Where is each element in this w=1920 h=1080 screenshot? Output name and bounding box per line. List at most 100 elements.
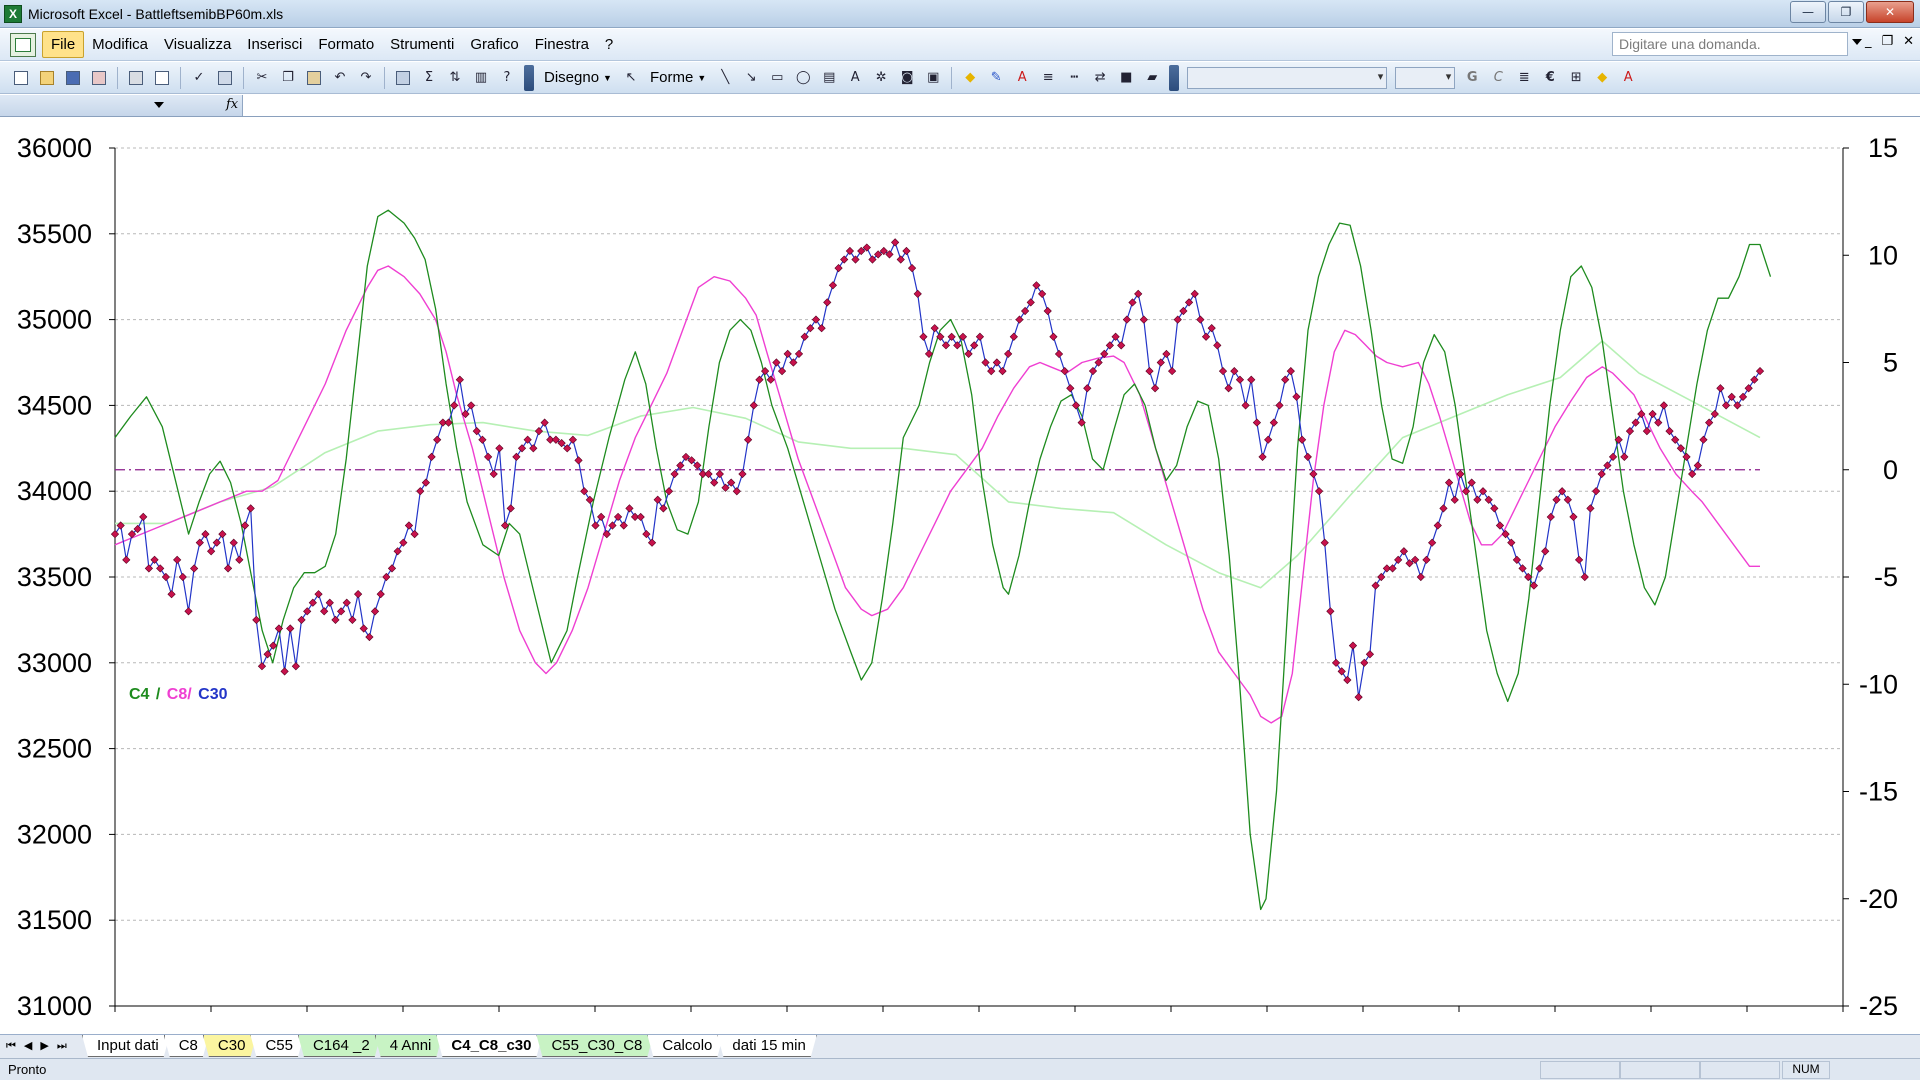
next-sheet-icon[interactable]: ▶ [40,1039,48,1053]
toolbar-grip-icon[interactable] [524,64,534,91]
restore-button[interactable]: ❐ [1828,1,1864,23]
last-sheet-icon[interactable]: ⏭ [57,1039,67,1053]
clipart-icon[interactable]: ◙ [896,67,918,89]
menu-grafico[interactable]: Grafico [462,32,526,57]
excel-icon[interactable]: X [4,4,22,23]
help-search-input[interactable]: Digitare una domanda. [1612,32,1848,56]
wordart-icon[interactable]: A [844,67,866,89]
menu-help[interactable]: ? [597,32,621,57]
close-button[interactable]: ✕ [1866,1,1914,23]
shapes-menu[interactable]: Forme ▼ [644,69,712,86]
chevron-down-icon[interactable] [154,102,164,108]
menu-finestra[interactable]: Finestra [527,32,597,57]
status-cell [1620,1061,1700,1079]
title-bar: X Microsoft Excel - BattleftsemibBP60m.x… [0,0,1920,28]
font-size-select[interactable] [1395,66,1456,89]
textbox-icon[interactable]: ▤ [818,67,840,89]
shadow-icon[interactable]: ■ [1115,67,1137,89]
minimize-button[interactable]: — [1790,1,1826,23]
price-point [981,358,990,367]
diagram-icon[interactable]: ✲ [870,67,892,89]
price-point [512,452,521,461]
save-icon[interactable] [62,67,84,89]
chart-wizard-icon[interactable]: ▥ [470,67,492,89]
menu-strumenti[interactable]: Strumenti [382,32,462,57]
help-dropdown-icon[interactable] [1852,39,1862,45]
cut-icon[interactable]: ✂ [251,67,273,89]
bold-button[interactable]: G [1461,67,1483,89]
price-point [1162,349,1171,359]
chart-plot[interactable]: 31000 31500 32000 32500 33000 33500 34000 34500… [0,118,1920,1034]
price-point [1580,572,1589,582]
research-icon[interactable] [214,67,236,89]
sheet-tab[interactable]: C30 [203,1035,257,1057]
series-c4-line [114,209,1772,911]
font-name-select[interactable] [1187,66,1388,89]
menu-formato[interactable]: Formato [310,32,382,57]
chart-area[interactable]: 31000 31500 32000 32500 33000 33500 34000 34500… [0,118,1920,1034]
euro-button[interactable]: € [1539,67,1561,89]
doc-close-button[interactable]: ✕ [1903,34,1914,49]
redo-icon[interactable]: ↷ [355,67,377,89]
font-color-icon[interactable]: A [1617,67,1639,89]
menu-inserisci[interactable]: Inserisci [239,32,310,57]
menu-modifica[interactable]: Modifica [84,32,156,57]
sheet-tab[interactable]: C55 [250,1035,304,1057]
3d-style-icon[interactable]: ▰ [1141,67,1163,89]
oval-icon[interactable]: ◯ [792,67,814,89]
toolbar-grip-icon[interactable] [1169,64,1180,91]
print-preview-icon[interactable] [151,67,173,89]
font-color-icon[interactable]: A [1011,67,1033,89]
workbook-icon[interactable] [10,32,36,57]
open-folder-icon[interactable] [36,67,58,89]
undo-icon[interactable]: ↶ [329,67,351,89]
print-icon[interactable] [125,67,147,89]
select-objects-icon[interactable]: ↖ [620,67,642,89]
function-icon[interactable]: fx [226,97,238,112]
sheet-tab[interactable]: dati 15 min [717,1035,816,1057]
sheet-tab[interactable]: 4 Anni [375,1035,443,1057]
sheet-tab[interactable]: C8 [164,1035,209,1057]
line-color-icon[interactable]: ✎ [985,67,1007,89]
first-sheet-icon[interactable]: ⏮ [6,1039,16,1053]
rectangle-icon[interactable]: ▭ [766,67,788,89]
prev-sheet-icon[interactable]: ◀ [24,1039,32,1053]
help-icon[interactable]: ? [496,67,518,89]
picture-icon[interactable]: ▣ [922,67,944,89]
left-axis-tick: 35000 [17,305,92,335]
spelling-icon[interactable]: ✓ [188,67,210,89]
paste-icon[interactable] [303,67,325,89]
hyperlink-icon[interactable] [392,67,414,89]
doc-minimize-button[interactable]: _ [1865,34,1872,49]
name-box[interactable]: fx [0,95,243,116]
italic-button[interactable]: C [1487,67,1509,89]
price-point [150,555,159,564]
sheet-tab[interactable]: Calcolo [647,1035,723,1057]
fill-color-icon[interactable]: ◆ [959,67,981,89]
sheet-tab[interactable]: Input dati [82,1035,170,1057]
sort-icon[interactable]: ⇅ [444,67,466,89]
menu-file[interactable]: File [42,31,85,58]
doc-restore-button[interactable]: ❐ [1881,34,1893,49]
price-point [987,366,996,376]
line-icon[interactable]: ╲ [714,67,736,89]
line-style-icon[interactable]: ≡ [1037,67,1059,89]
sheet-tab[interactable]: C164 _2 [298,1035,381,1057]
price-point [1563,495,1572,504]
autosum-icon[interactable]: Σ [418,67,440,89]
price-point [1235,375,1245,384]
drawing-menu[interactable]: Disegno ▼ [538,69,618,86]
fill-color-icon[interactable]: ◆ [1591,67,1613,89]
permission-icon[interactable] [88,67,110,89]
sheet-tab[interactable]: C4_C8_c30 [436,1035,542,1057]
copy-icon[interactable]: ❐ [277,67,299,89]
arrow-style-icon[interactable]: ⇄ [1089,67,1111,89]
price-point [1207,324,1216,333]
align-icon[interactable]: ≣ [1513,67,1535,89]
dash-style-icon[interactable]: ┅ [1063,67,1085,89]
menu-visualizza[interactable]: Visualizza [156,32,239,57]
borders-icon[interactable]: ⊞ [1565,67,1587,89]
arrow-icon[interactable]: ↘ [740,67,762,89]
sheet-tab[interactable]: C55_C30_C8 [536,1035,653,1057]
new-file-icon[interactable] [10,67,32,89]
